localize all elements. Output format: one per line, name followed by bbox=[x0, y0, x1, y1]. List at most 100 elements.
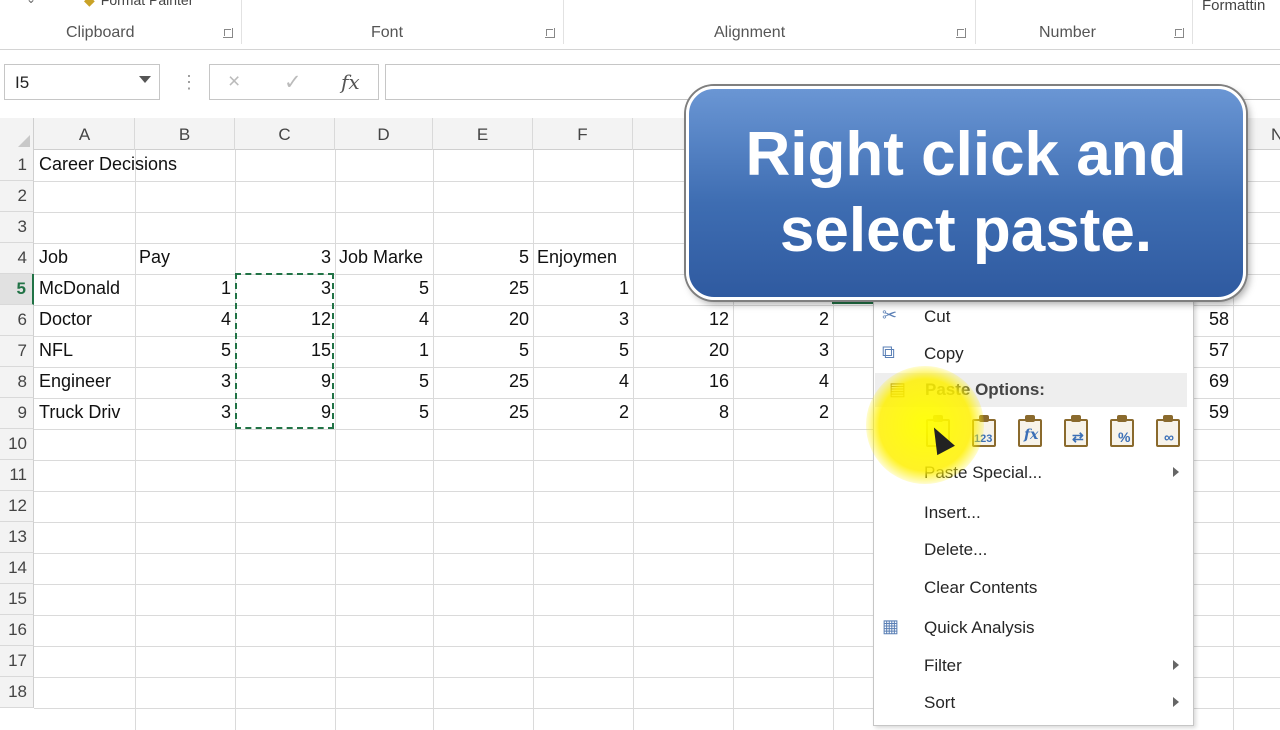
cell-b6[interactable]: 4 bbox=[135, 305, 235, 336]
cell-a4[interactable]: Job bbox=[35, 243, 135, 274]
cell-e4[interactable]: 5 bbox=[433, 243, 533, 274]
cell-a8[interactable]: Engineer bbox=[35, 367, 135, 398]
format-painter-button[interactable]: ◆ Format Painter bbox=[84, 0, 193, 9]
paste-formulas-icon[interactable]: fx bbox=[1014, 413, 1048, 451]
row-header-15[interactable]: 15 bbox=[0, 584, 34, 615]
cell-b4[interactable]: Pay bbox=[135, 243, 235, 274]
group-label-clipboard: Clipboard bbox=[66, 24, 135, 41]
conditional-formatting-label[interactable]: Formattin bbox=[1202, 0, 1265, 14]
cell-d9[interactable]: 5 bbox=[335, 398, 433, 429]
cell-j7[interactable]: 57 bbox=[1194, 336, 1233, 367]
row-header-1[interactable]: 1 bbox=[0, 150, 34, 181]
cell-e6[interactable]: 20 bbox=[433, 305, 533, 336]
row-header-17[interactable]: 17 bbox=[0, 646, 34, 677]
cell-g6[interactable]: 12 bbox=[633, 305, 733, 336]
row-header-4[interactable]: 4 bbox=[0, 243, 34, 274]
cell-f9[interactable]: 2 bbox=[533, 398, 633, 429]
row-header-7[interactable]: 7 bbox=[0, 336, 34, 367]
cell-e9[interactable]: 25 bbox=[433, 398, 533, 429]
paste-transpose-icon[interactable]: ⇄ bbox=[1060, 413, 1094, 451]
cell-h8[interactable]: 4 bbox=[733, 367, 833, 398]
column-header-f[interactable]: F bbox=[533, 118, 633, 150]
cell-j6[interactable]: 58 bbox=[1194, 305, 1233, 336]
cell-g7[interactable]: 20 bbox=[633, 336, 733, 367]
cell-g8[interactable]: 16 bbox=[633, 367, 733, 398]
chevron-down-icon[interactable]: ⌄ bbox=[26, 0, 36, 6]
cell-f7[interactable]: 5 bbox=[533, 336, 633, 367]
alignment-launcher-icon[interactable] bbox=[956, 28, 966, 38]
paste-link-icon[interactable]: ∞ bbox=[1152, 413, 1186, 451]
menu-item-delete[interactable]: Delete... bbox=[874, 532, 1193, 568]
more-options-icon[interactable]: ⋮ bbox=[180, 72, 198, 93]
row-header-14[interactable]: 14 bbox=[0, 553, 34, 584]
name-box[interactable]: I5 bbox=[4, 64, 160, 100]
cell-a9[interactable]: Truck Driv bbox=[35, 398, 135, 429]
column-header-e[interactable]: E bbox=[433, 118, 533, 150]
row-header-18[interactable]: 18 bbox=[0, 677, 34, 708]
cell-e7[interactable]: 5 bbox=[433, 336, 533, 367]
cell-d4[interactable]: Job Marke bbox=[335, 243, 433, 274]
cell-f4[interactable]: Enjoymen bbox=[533, 243, 633, 274]
chevron-down-icon[interactable] bbox=[139, 76, 151, 83]
cell-b9[interactable]: 3 bbox=[135, 398, 235, 429]
row-header-6[interactable]: 6 bbox=[0, 305, 34, 336]
enter-icon[interactable]: ✓ bbox=[284, 70, 302, 95]
row-header-11[interactable]: 11 bbox=[0, 460, 34, 491]
cell-j8[interactable]: 69 bbox=[1194, 367, 1233, 398]
menu-item-sort[interactable]: Sort bbox=[874, 685, 1193, 721]
column-header-a[interactable]: A bbox=[35, 118, 135, 150]
row-header-10[interactable]: 10 bbox=[0, 429, 34, 460]
font-launcher-icon[interactable] bbox=[545, 28, 555, 38]
menu-item-filter[interactable]: Filter bbox=[874, 648, 1193, 684]
cell-c4[interactable]: 3 bbox=[235, 243, 335, 274]
cell-a5[interactable]: McDonald bbox=[35, 274, 135, 305]
cell-a7[interactable]: NFL bbox=[35, 336, 135, 367]
select-all-button[interactable] bbox=[0, 118, 34, 150]
cancel-icon[interactable]: × bbox=[228, 70, 240, 94]
cell-d6[interactable]: 4 bbox=[335, 305, 433, 336]
cell-d8[interactable]: 5 bbox=[335, 367, 433, 398]
row-header-8[interactable]: 8 bbox=[0, 367, 34, 398]
cell-b8[interactable]: 3 bbox=[135, 367, 235, 398]
number-launcher-icon[interactable] bbox=[1174, 28, 1184, 38]
cell-f6[interactable]: 3 bbox=[533, 305, 633, 336]
cell-g9[interactable]: 8 bbox=[633, 398, 733, 429]
cell-a6[interactable]: Doctor bbox=[35, 305, 135, 336]
cell-h6[interactable]: 2 bbox=[733, 305, 833, 336]
row-header-16[interactable]: 16 bbox=[0, 615, 34, 646]
paste-formatting-icon[interactable]: % bbox=[1106, 413, 1140, 451]
clipboard-launcher-icon[interactable] bbox=[223, 28, 233, 38]
menu-item-cut[interactable]: ✂ Cut bbox=[874, 299, 1193, 335]
cell-d5[interactable]: 5 bbox=[335, 274, 433, 305]
row-header-13[interactable]: 13 bbox=[0, 522, 34, 553]
menu-item-clear-contents[interactable]: Clear Contents bbox=[874, 570, 1193, 606]
column-header-n[interactable]: N bbox=[1263, 118, 1280, 150]
cell-e8[interactable]: 25 bbox=[433, 367, 533, 398]
cell-d7[interactable]: 1 bbox=[335, 336, 433, 367]
cell-j9[interactable]: 59 bbox=[1194, 398, 1233, 429]
cell-h7[interactable]: 3 bbox=[733, 336, 833, 367]
column-header-d[interactable]: D bbox=[335, 118, 433, 150]
brush-icon: ◆ bbox=[84, 0, 95, 8]
insert-function-icon[interactable]: fx bbox=[341, 70, 360, 94]
column-header-c[interactable]: C bbox=[235, 118, 335, 150]
cell-b5[interactable]: 1 bbox=[135, 274, 235, 305]
menu-item-quick-analysis[interactable]: ▦ Quick Analysis bbox=[874, 610, 1193, 646]
row-header-9[interactable]: 9 bbox=[0, 398, 34, 429]
cell-f5[interactable]: 1 bbox=[533, 274, 633, 305]
column-header-b[interactable]: B bbox=[135, 118, 235, 150]
row-header-12[interactable]: 12 bbox=[0, 491, 34, 522]
cell-f8[interactable]: 4 bbox=[533, 367, 633, 398]
grid-line bbox=[235, 150, 236, 730]
ribbon: ⌄ ◆Format Painter Formattin Clipboard Fo… bbox=[0, 0, 1280, 50]
row-header-2[interactable]: 2 bbox=[0, 181, 34, 212]
group-label-alignment: Alignment bbox=[714, 24, 786, 41]
row-header-3[interactable]: 3 bbox=[0, 212, 34, 243]
menu-item-insert[interactable]: Insert... bbox=[874, 495, 1193, 531]
cell-h9[interactable]: 2 bbox=[733, 398, 833, 429]
group-separator bbox=[241, 0, 242, 44]
cell-e5[interactable]: 25 bbox=[433, 274, 533, 305]
cell-a1[interactable]: Career Decisions bbox=[35, 150, 335, 181]
cell-b7[interactable]: 5 bbox=[135, 336, 235, 367]
row-header-5[interactable]: 5 bbox=[0, 274, 34, 305]
